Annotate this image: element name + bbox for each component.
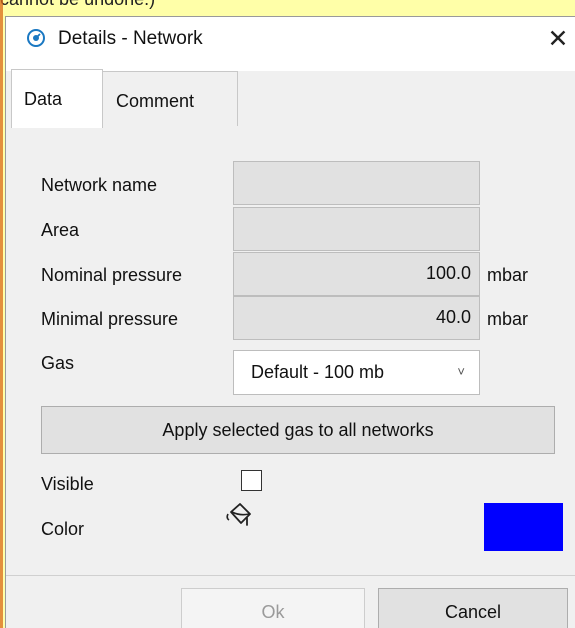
nominal-pressure-label: Nominal pressure (41, 265, 183, 285)
area-field[interactable] (233, 207, 480, 251)
minimal-pressure-unit: mbar (487, 309, 529, 329)
area-label: Area (41, 220, 80, 240)
details-network-dialog: Details - Network ✕ Data Comment Network… (5, 16, 575, 628)
data-tab-panel: Network name Area Nominal pressure 100.0… (6, 127, 575, 575)
close-icon[interactable]: ✕ (541, 23, 575, 55)
network-name-field[interactable] (233, 161, 480, 205)
minimal-pressure-field[interactable]: 40.0 (233, 296, 480, 340)
tab-comment[interactable]: Comment (102, 71, 238, 126)
color-label: Color (41, 519, 85, 539)
apply-gas-to-all-button[interactable]: Apply selected gas to all networks (41, 406, 555, 454)
tab-strip: Data Comment (6, 69, 575, 128)
nominal-pressure-field[interactable]: 100.0 (233, 252, 480, 296)
chevron-down-icon: ˅ (457, 364, 465, 379)
visible-checkbox[interactable] (241, 470, 262, 491)
window-title: Details - Network (58, 28, 203, 49)
gas-select[interactable]: Default - 100 mb ˅ (233, 350, 480, 395)
background-partial-text: cannot be undone.) (0, 0, 575, 13)
ok-button[interactable]: Ok (181, 588, 365, 628)
background-edge-strip (0, 0, 3, 628)
tab-data[interactable]: Data (11, 69, 103, 128)
nominal-pressure-unit: mbar (487, 265, 529, 285)
cancel-button[interactable]: Cancel (378, 588, 568, 628)
paint-bucket-icon[interactable] (225, 500, 255, 530)
visible-label: Visible (41, 474, 94, 494)
dialog-footer: Ok Cancel (6, 575, 575, 628)
gas-label: Gas (41, 353, 75, 373)
gas-selected-value: Default - 100 mb (251, 362, 385, 382)
title-bar[interactable]: Details - Network ✕ (6, 17, 575, 67)
color-swatch[interactable] (484, 503, 563, 551)
network-details-icon (27, 29, 45, 47)
minimal-pressure-label: Minimal pressure (41, 309, 179, 329)
network-name-label: Network name (41, 175, 158, 195)
